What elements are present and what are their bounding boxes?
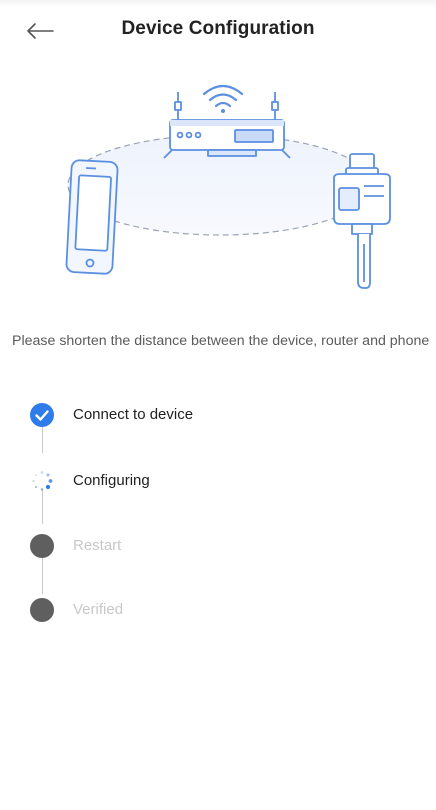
- illustration: [65, 84, 391, 289]
- page-title: Device Configuration: [121, 18, 315, 39]
- router-icon: [163, 92, 291, 159]
- step-label: Restart: [73, 537, 122, 554]
- pending-dot-icon: [30, 534, 54, 558]
- wifi-icon: [202, 84, 244, 113]
- step-restart: Restart: [30, 530, 410, 560]
- step-label: Configuring: [73, 472, 150, 489]
- pending-dot-icon: [30, 598, 54, 622]
- step-label: Connect to device: [73, 406, 194, 423]
- step-connect-to-device: Connect to device: [30, 399, 410, 429]
- step-verified: Verified: [30, 594, 410, 624]
- loading-spinner-icon: [30, 469, 54, 493]
- check-circle-icon: [30, 403, 54, 427]
- phone-icon: [65, 159, 119, 275]
- distance-hint: Please shorten the distance between the …: [12, 333, 430, 349]
- step-label: Verified: [73, 601, 124, 618]
- step-connector: [42, 558, 43, 594]
- header-bar: Device Configuration: [0, 0, 436, 62]
- device-icon: [333, 153, 391, 289]
- step-configuring: Configuring: [30, 465, 410, 495]
